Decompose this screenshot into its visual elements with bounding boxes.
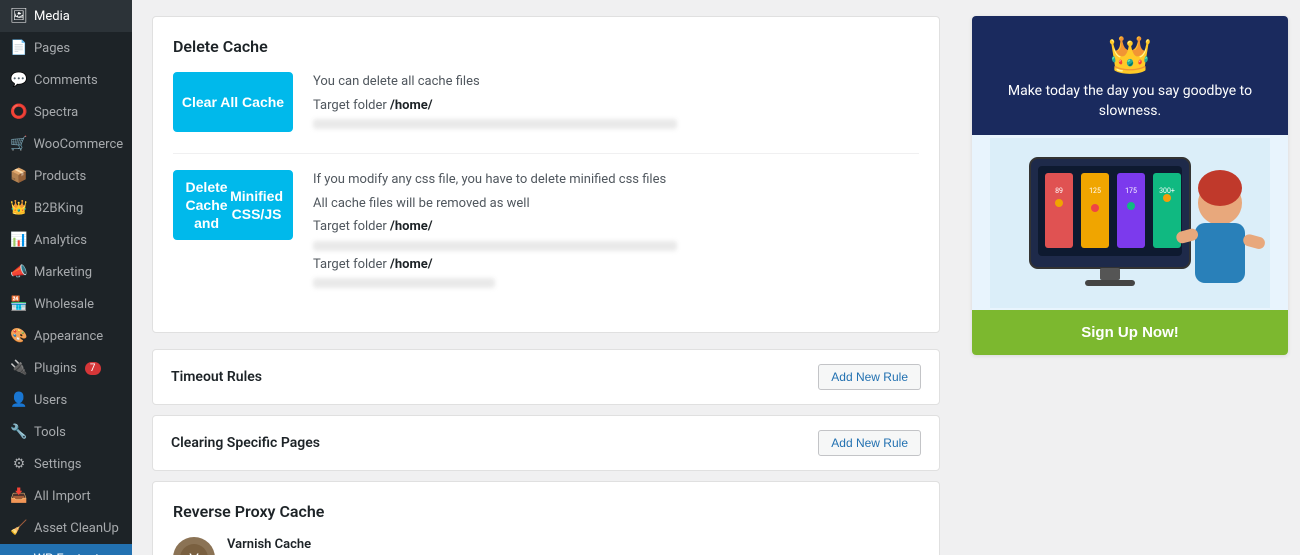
sidebar-item-allimport[interactable]: 📥 All Import [0, 480, 132, 512]
sidebar-item-b2bking[interactable]: 👑 B2BKing [0, 192, 132, 224]
sidebar-item-plugins[interactable]: 🔌 Plugins 7 [0, 352, 132, 384]
delete-minified-target2: Target folder /home/ [313, 255, 919, 275]
clearing-specific-pages-section: Clearing Specific Pages Add New Rule [152, 415, 940, 471]
clear-all-target: Target folder /home/ [313, 96, 919, 116]
sidebar-label-wholesale: Wholesale [34, 297, 94, 312]
sidebar-item-comments[interactable]: 💬 Comments [0, 64, 132, 96]
comments-icon: 💬 [10, 72, 28, 88]
delete-minified-desc2: All cache files will be removed as well [313, 194, 919, 214]
add-specific-rule-button[interactable]: Add New Rule [818, 430, 921, 456]
ad-card: 👑 Make today the day you say goodbye to … [972, 16, 1288, 355]
settings-icon: ⚙ [10, 456, 28, 472]
timeout-rules-section: Timeout Rules Add New Rule [152, 349, 940, 405]
svg-text:89: 89 [1055, 187, 1063, 195]
add-timeout-rule-button[interactable]: Add New Rule [818, 364, 921, 390]
b2bking-icon: 👑 [10, 200, 28, 216]
ad-panel: 👑 Make today the day you say goodbye to … [960, 0, 1300, 555]
reverse-proxy-section: Reverse Proxy Cache V Varnish Cache Varn… [152, 481, 940, 555]
signup-button[interactable]: Sign Up Now! [972, 310, 1288, 355]
sidebar-item-pages[interactable]: 📄 Pages [0, 32, 132, 64]
varnish-info: Varnish Cache Varnish Cache is a web app… [227, 537, 719, 555]
blurred-path-bar [313, 119, 677, 129]
sidebar-label-marketing: Marketing [34, 265, 92, 280]
sidebar-label-allimport: All Import [34, 489, 91, 504]
allimport-icon: 📥 [10, 488, 28, 504]
appearance-icon: 🎨 [10, 328, 28, 344]
media-icon: 🖼 [10, 8, 28, 24]
varnish-row: V Varnish Cache Varnish Cache is a web a… [173, 537, 919, 555]
ad-header: 👑 Make today the day you say goodbye to … [972, 16, 1288, 135]
content-area: Delete Cache Clear All Cache You can del… [132, 0, 960, 555]
crown-icon: 👑 [988, 34, 1272, 76]
marketing-icon: 📣 [10, 264, 28, 280]
blurred-path-bar-1 [313, 241, 677, 251]
sidebar-item-media[interactable]: 🖼 Media [0, 0, 132, 32]
sidebar-label-settings: Settings [34, 457, 81, 472]
analytics-icon: 📊 [10, 232, 28, 248]
main-area: Delete Cache Clear All Cache You can del… [132, 0, 1300, 555]
sidebar-label-b2bking: B2BKing [34, 201, 83, 216]
reverse-proxy-title: Reverse Proxy Cache [173, 502, 919, 521]
sidebar: 🖼 Media 📄 Pages 💬 Comments ⭕ Spectra 🛒 W… [0, 0, 132, 555]
sidebar-label-analytics: Analytics [34, 233, 87, 248]
sidebar-item-assetcleanup[interactable]: 🧹 Asset CleanUp [0, 512, 132, 544]
sidebar-label-plugins: Plugins [34, 361, 77, 376]
assetcleanup-icon: 🧹 [10, 520, 28, 536]
clear-all-cache-button[interactable]: Clear All Cache [173, 72, 293, 132]
pages-icon: 📄 [10, 40, 28, 56]
users-icon: 👤 [10, 392, 28, 408]
cache-divider [173, 153, 919, 154]
wholesale-icon: 🏪 [10, 296, 28, 312]
ad-illustration: 89 125 175 300+ [972, 135, 1288, 310]
sidebar-item-wpfastestcache[interactable]: ⚡ WP Fastest Cache [0, 544, 132, 555]
sidebar-label-spectra: Spectra [34, 105, 78, 120]
delete-cache-section: Delete Cache Clear All Cache You can del… [152, 16, 940, 333]
woocommerce-icon: 🛒 [10, 136, 27, 152]
sidebar-item-woocommerce[interactable]: 🛒 WooCommerce [0, 128, 132, 160]
sidebar-label-pages: Pages [34, 41, 70, 56]
tools-icon: 🔧 [10, 424, 28, 440]
blurred-path-bar-2 [313, 278, 495, 288]
spectra-icon: ⭕ [10, 104, 28, 120]
clear-all-cache-row: Clear All Cache You can delete all cache… [173, 72, 919, 133]
varnish-icon: V [173, 537, 215, 555]
svg-text:300+: 300+ [1159, 187, 1175, 195]
sidebar-label-products: Products [34, 169, 86, 184]
sidebar-item-products[interactable]: 📦 Products [0, 160, 132, 192]
delete-minified-cache-button[interactable]: Delete Cache and Minified CSS/JS [173, 170, 293, 240]
sidebar-item-spectra[interactable]: ⭕ Spectra [0, 96, 132, 128]
sidebar-item-wholesale[interactable]: 🏪 Wholesale [0, 288, 132, 320]
sidebar-label-tools: Tools [34, 425, 66, 440]
sidebar-label-comments: Comments [34, 73, 98, 88]
clear-all-info: You can delete all cache files Target fo… [313, 72, 919, 133]
sidebar-item-users[interactable]: 👤 Users [0, 384, 132, 416]
plugins-badge: 7 [85, 362, 101, 375]
sidebar-label-users: Users [34, 393, 67, 408]
timeout-rules-title: Timeout Rules [171, 369, 262, 385]
sidebar-item-marketing[interactable]: 📣 Marketing [0, 256, 132, 288]
clearing-specific-title: Clearing Specific Pages [171, 435, 320, 451]
svg-text:125: 125 [1089, 187, 1101, 195]
sidebar-label-assetcleanup: Asset CleanUp [34, 521, 119, 536]
sidebar-item-analytics[interactable]: 📊 Analytics [0, 224, 132, 256]
svg-text:V: V [189, 550, 199, 555]
delete-minified-cache-row: Delete Cache and Minified CSS/JS If you … [173, 170, 919, 292]
delete-minified-info: If you modify any css file, you have to … [313, 170, 919, 292]
sidebar-item-tools[interactable]: 🔧 Tools [0, 416, 132, 448]
sidebar-label-appearance: Appearance [34, 329, 103, 344]
varnish-title: Varnish Cache [227, 537, 719, 552]
svg-text:175: 175 [1125, 187, 1137, 195]
clear-all-description: You can delete all cache files [313, 72, 919, 92]
delete-minified-target1: Target folder /home/ [313, 217, 919, 237]
monitor-illustration: 89 125 175 300+ [990, 138, 1270, 308]
sidebar-item-settings[interactable]: ⚙ Settings [0, 448, 132, 480]
sidebar-label-media: Media [34, 9, 70, 24]
delete-minified-desc1: If you modify any css file, you have to … [313, 170, 919, 190]
sidebar-label-woocommerce: WooCommerce [33, 137, 123, 152]
sidebar-item-appearance[interactable]: 🎨 Appearance [0, 320, 132, 352]
ad-header-text: Make today the day you say goodbye to sl… [988, 82, 1272, 121]
plugins-icon: 🔌 [10, 360, 28, 376]
products-icon: 📦 [10, 168, 28, 184]
delete-cache-title: Delete Cache [173, 37, 919, 56]
